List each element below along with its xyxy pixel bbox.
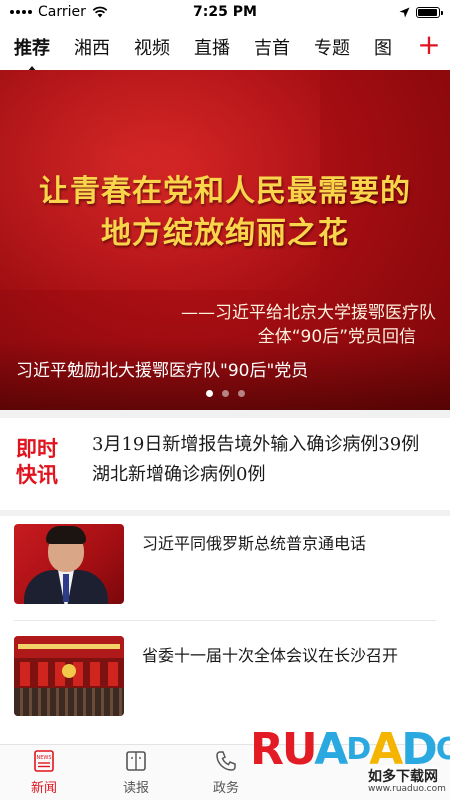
news-title[interactable]: 省委十一届十次全体会议在长沙召开: [142, 644, 436, 668]
status-time: 7:25 PM: [193, 4, 257, 20]
thumb-banner: [18, 644, 120, 649]
badge-line1: 即时: [16, 437, 58, 461]
breaking-news-badge: 即时 快讯: [16, 436, 68, 488]
banner-headline-line1: 让青春在党和人民最需要的: [39, 174, 411, 209]
banner-headline-line2: 地方绽放绚丽之花: [101, 216, 349, 251]
wifi-icon: [92, 6, 108, 18]
nav-gov-label: 政务: [212, 781, 239, 796]
carousel-dot[interactable]: [237, 390, 245, 397]
banner-caption: 习近平勉励北大援鄂医疗队"90后"党员: [16, 361, 309, 381]
news-title[interactable]: 习近平同俄罗斯总统普京通电话: [142, 532, 436, 556]
battery-level: [418, 8, 437, 16]
status-bar: Carrier 7:25 PM: [0, 0, 450, 24]
site-watermark: RUADADO 如多下载网 www.ruaduo.com: [250, 720, 450, 800]
carousel-indicator: [0, 390, 450, 397]
channel-tab-bar: 推荐 湘西 视频 直播 吉首 专题 图 +: [0, 24, 450, 70]
thumb-tie: [63, 574, 69, 602]
nav-government[interactable]: 政务: [196, 749, 256, 796]
tab-pictures[interactable]: 图: [374, 34, 392, 60]
phone-icon: [216, 751, 236, 771]
nav-read-label: 读报: [122, 781, 149, 796]
thumb-hair: [46, 526, 86, 544]
battery-icon: [416, 6, 443, 18]
breaking-news-text[interactable]: 3月19日新增报告境外输入确诊病例39例 湖北新增确诊病例0例: [92, 430, 442, 490]
svg-text:NEWS: NEWS: [36, 755, 51, 761]
carousel-dot[interactable]: [221, 390, 229, 397]
tab-video[interactable]: 视频: [134, 34, 170, 60]
tab-recommend[interactable]: 推荐: [14, 34, 50, 60]
news-thumbnail: [14, 636, 124, 716]
watermark-subtitle: 如多下载网: [368, 766, 438, 786]
news-icon: NEWS: [34, 750, 54, 772]
carousel-dot[interactable]: [205, 390, 213, 397]
tab-live[interactable]: 直播: [194, 34, 230, 60]
nav-news-label: 新闻: [30, 781, 57, 796]
nav-news[interactable]: NEWS 新闻: [14, 749, 74, 796]
newspaper-icon: [126, 751, 146, 771]
add-channel-icon[interactable]: +: [416, 31, 442, 59]
nav-read-paper[interactable]: 读报: [106, 749, 166, 796]
hero-banner[interactable]: 让青春在党和人民最需要的 地方绽放绚丽之花 ——习近平给北京大学援鄂医疗队 全体…: [0, 70, 450, 410]
section-divider: [0, 410, 450, 418]
status-left: Carrier: [10, 4, 160, 20]
news-thumbnail: [14, 524, 124, 604]
tab-xiangxi[interactable]: 湘西: [74, 34, 110, 60]
signal-icon: [10, 10, 32, 14]
carrier-label: Carrier: [38, 4, 86, 20]
thumb-emblem: [62, 664, 76, 678]
badge-line2: 快讯: [16, 463, 58, 487]
news-list-item[interactable]: 习近平同俄罗斯总统普京通电话: [0, 516, 450, 624]
status-right: [290, 6, 443, 18]
thumb-seats: [14, 688, 124, 716]
banner-attribution-line1: ——习近平给北京大学援鄂医疗队: [181, 303, 436, 323]
watermark-url: www.ruaduo.com: [368, 784, 446, 794]
tab-special[interactable]: 专题: [314, 34, 350, 60]
breaking-news[interactable]: 即时 快讯 3月19日新增报告境外输入确诊病例39例 湖北新增确诊病例0例: [0, 418, 450, 510]
tab-jishou[interactable]: 吉首: [254, 34, 290, 60]
tab-fade: [396, 24, 412, 70]
list-divider: [14, 620, 436, 621]
location-arrow-icon: [399, 7, 410, 17]
